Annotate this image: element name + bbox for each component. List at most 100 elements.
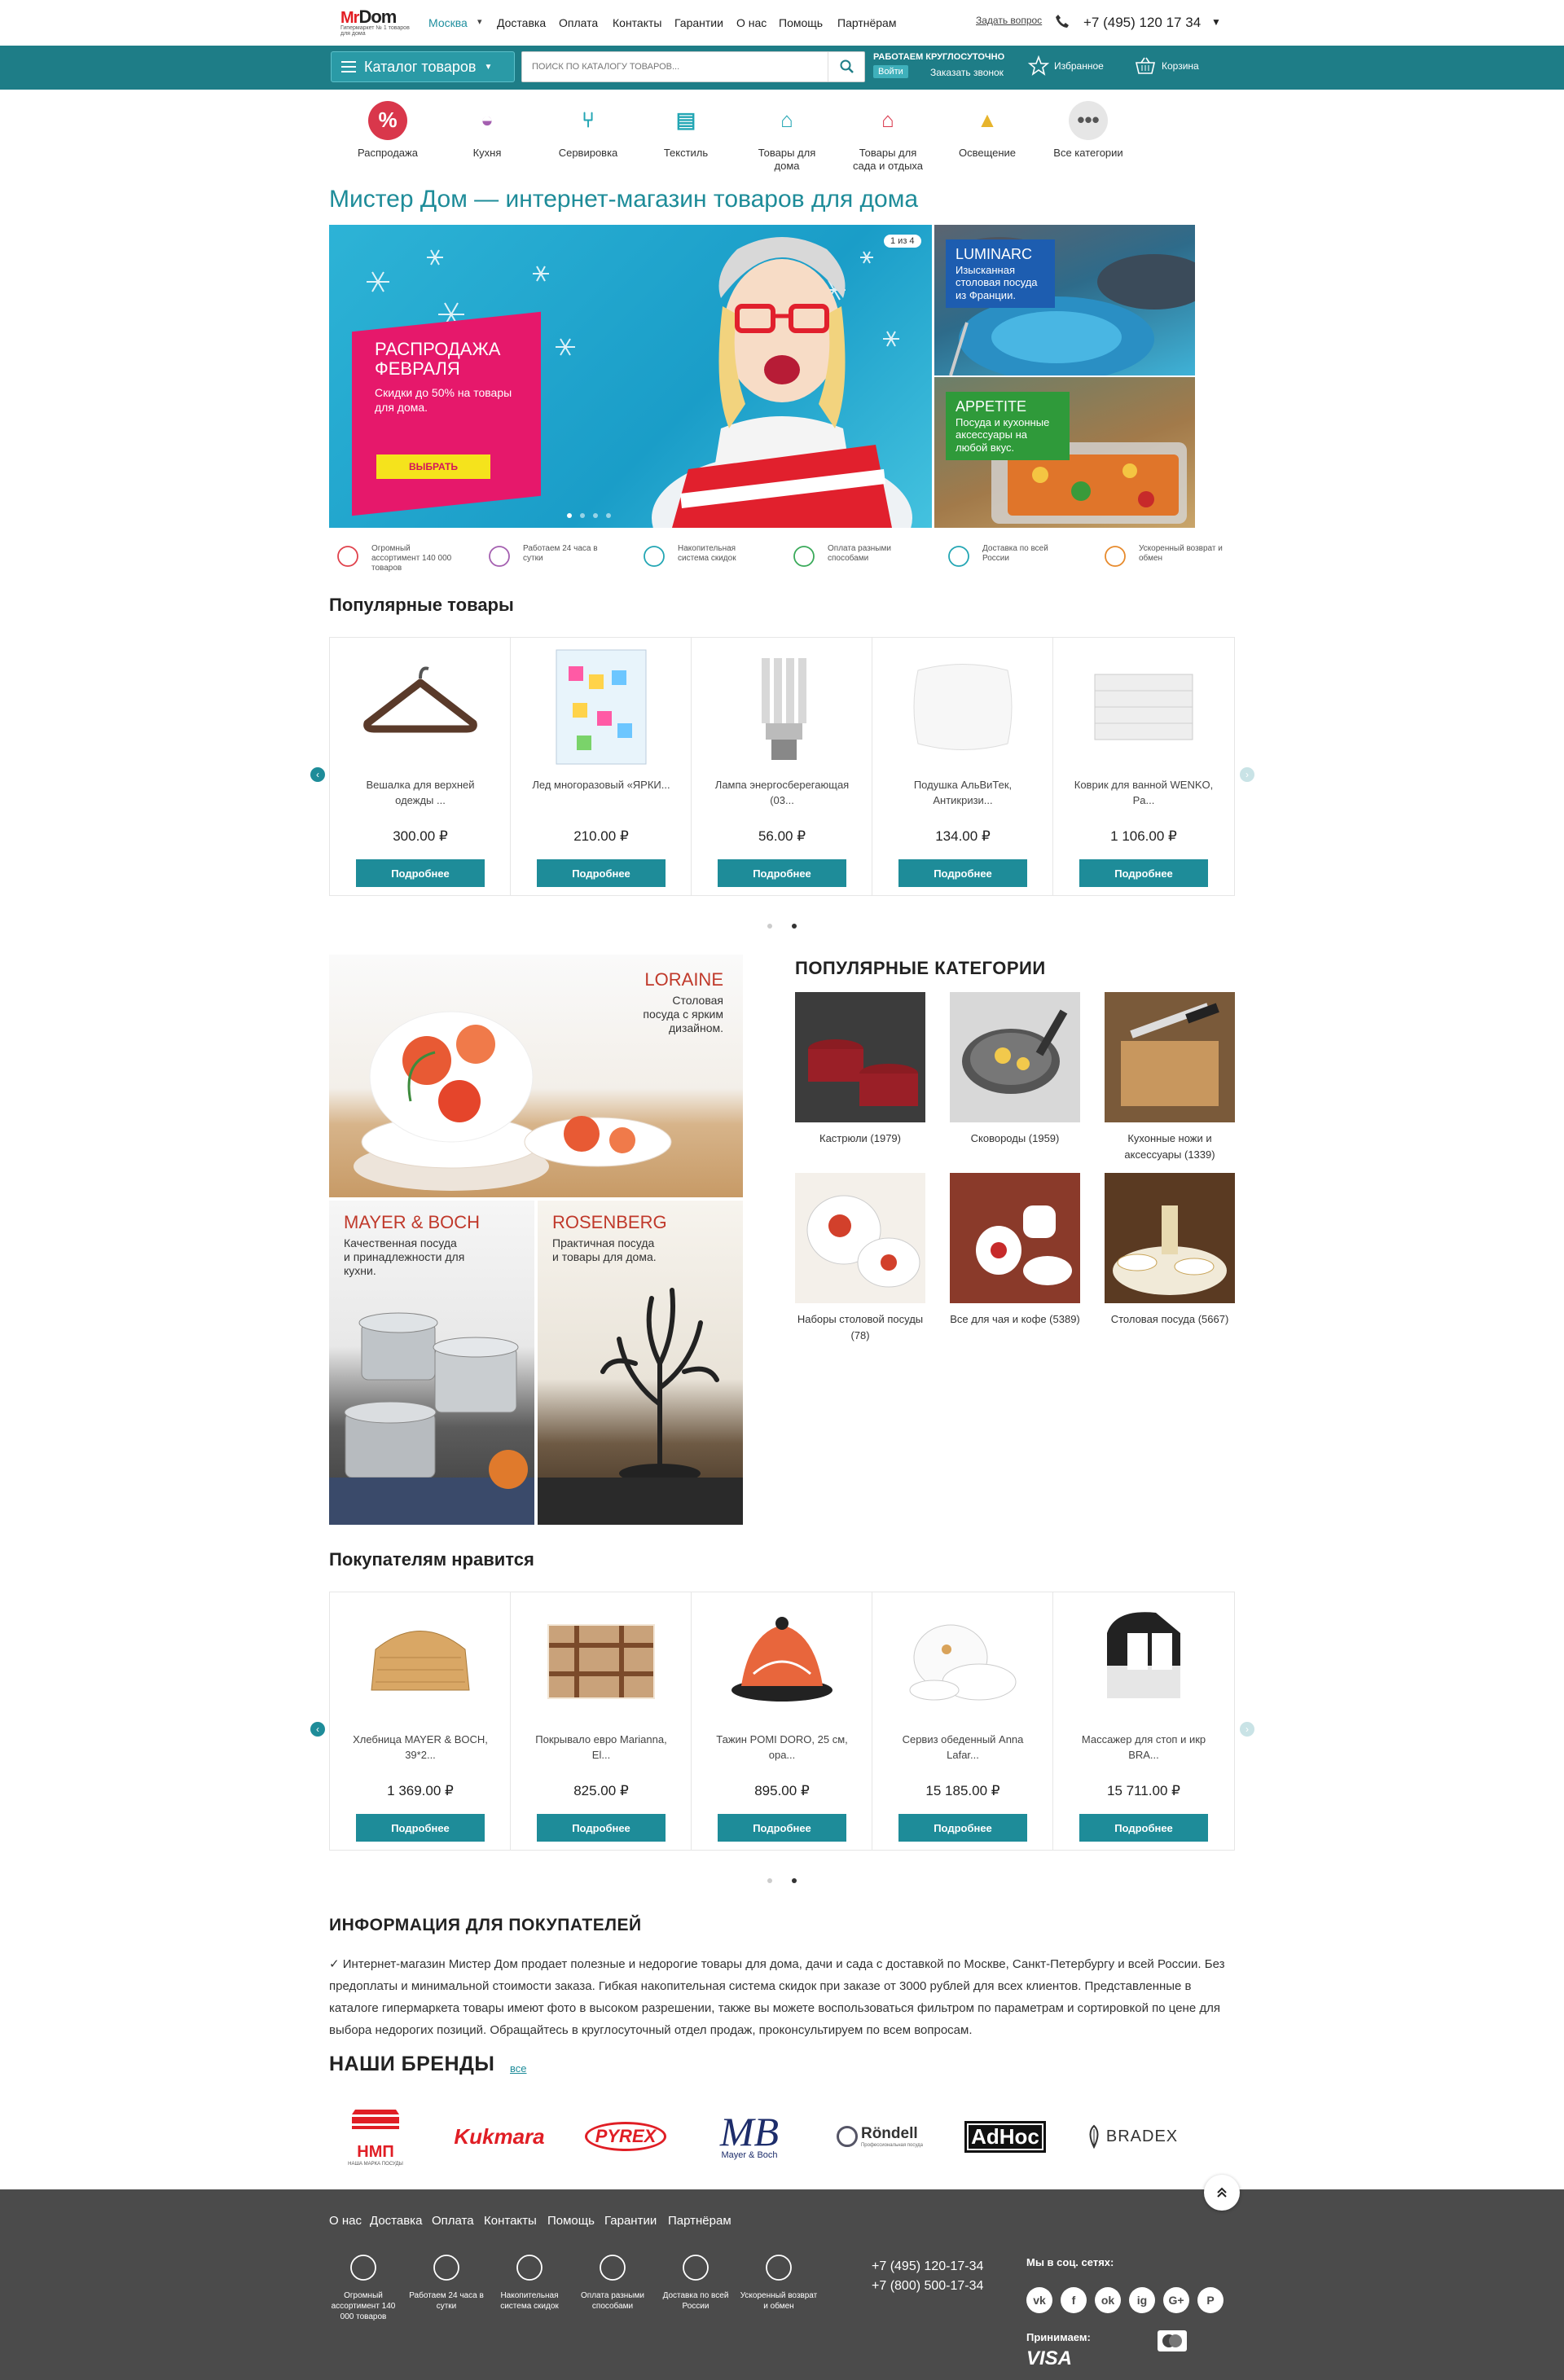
facebook-icon[interactable]: f [1061, 2287, 1087, 2313]
nav-delivery[interactable]: Доставка [497, 16, 546, 29]
footer-link[interactable]: О нас [329, 2214, 362, 2228]
popular-category-image[interactable] [795, 1173, 925, 1303]
pinterest-icon[interactable]: P [1197, 2287, 1224, 2313]
product-image[interactable] [1083, 1601, 1205, 1723]
liked-dot-1[interactable] [767, 1878, 772, 1883]
product-details-button[interactable]: Подробнее [718, 859, 846, 887]
product-details-button[interactable]: Подробнее [356, 1814, 485, 1842]
search-button[interactable] [828, 52, 865, 81]
popular-category-image[interactable] [1105, 1173, 1235, 1303]
product-name[interactable]: Подушка АльВиТек, Антикризи... [889, 778, 1037, 809]
phone-caret-icon[interactable]: ▼ [1211, 16, 1221, 28]
nav-partners[interactable]: Партнёрам [837, 16, 896, 29]
hero-dot-4[interactable] [606, 513, 611, 518]
popular-category-item[interactable]: Наборы столовой посуды (78) [795, 1173, 925, 1343]
category-sale[interactable]: % Распродажа [347, 101, 428, 160]
popular-category-item[interactable]: Столовая посуда (5667) [1105, 1173, 1235, 1328]
product-card[interactable]: Лампа энергосберегающая (03... 56.00 ₽ Под… [692, 638, 872, 895]
popular-category-label[interactable]: Сковороды (1959) [950, 1131, 1080, 1147]
brands-all-link[interactable]: все [510, 2062, 527, 2075]
popular-category-label[interactable]: Кастрюли (1979) [795, 1131, 925, 1147]
product-name[interactable]: Хлебница MAYER & BOCH, 39*2... [346, 1732, 494, 1763]
product-image[interactable] [359, 646, 481, 768]
popular-category-label[interactable]: Наборы столовой посуды (78) [795, 1311, 925, 1343]
nav-guarantees[interactable]: Гарантии [674, 16, 723, 29]
login-button[interactable]: Войти [873, 65, 908, 78]
product-image[interactable] [540, 1601, 662, 1723]
rosenberg-banner[interactable]: ROSENBERG Практичная посуда и товары для… [538, 1201, 743, 1525]
brand-pyrex[interactable]: PYREX [577, 2108, 674, 2165]
vk-icon[interactable]: vk [1026, 2287, 1052, 2313]
brand-mayer-boch[interactable]: MB Mayer & Boch [701, 2108, 798, 2165]
brand-rondell[interactable]: Röndell Профессиональная посуда [831, 2108, 929, 2165]
category-more[interactable]: ••• Все категории [1048, 101, 1129, 160]
footer-link[interactable]: Доставка [370, 2214, 422, 2228]
footer-link[interactable]: Гарантии [604, 2214, 657, 2228]
brand-adhoc[interactable]: AdHoc [956, 2108, 1054, 2165]
brand-kukmara[interactable]: Kukmara [446, 2108, 552, 2165]
popular-category-image[interactable] [795, 992, 925, 1122]
product-card[interactable]: Массажер для стоп и икр BRA... 15 711.00 … [1053, 1592, 1234, 1850]
google-plus-icon[interactable]: G+ [1163, 2287, 1189, 2313]
category-textile[interactable]: ▤ Текстиль [645, 101, 727, 160]
instagram-icon[interactable]: ig [1129, 2287, 1155, 2313]
luminarc-banner[interactable]: LUMINARC Изысканная столовая посуда из Ф… [934, 225, 1195, 375]
product-image[interactable] [359, 1601, 481, 1723]
hero-dot-1[interactable] [567, 513, 572, 518]
popular-category-item[interactable]: Все для чая и кофе (5389) [950, 1173, 1080, 1328]
logo[interactable]: MrDom Гипермаркет № 1 товаров для дома [340, 7, 411, 39]
hero-dot-2[interactable] [580, 513, 585, 518]
ask-question-link[interactable]: Задать вопрос [976, 15, 1042, 26]
product-name[interactable]: Сервиз обеденный Anna Lafar... [889, 1732, 1037, 1763]
product-image[interactable] [1083, 646, 1205, 768]
popular-category-image[interactable] [950, 992, 1080, 1122]
odnoklassniki-icon[interactable]: ok [1095, 2287, 1121, 2313]
liked-next-arrow-icon[interactable]: › [1240, 1722, 1254, 1737]
mayer-boch-banner[interactable]: MAYER & BOCH Качественная посуда и прина… [329, 1201, 534, 1525]
category-house[interactable]: ⌂ Товары для дома [746, 101, 828, 172]
loraine-banner[interactable]: LORAINE Столовая посуда с ярким дизайном… [329, 955, 743, 1197]
product-details-button[interactable]: Подробнее [1079, 859, 1208, 887]
liked-dot-2[interactable] [792, 1878, 797, 1883]
product-card[interactable]: Покрывало евро Marianna, El... 825.00 ₽ По… [511, 1592, 692, 1850]
footer-link[interactable]: Оплата [432, 2214, 474, 2228]
product-card[interactable]: Хлебница MAYER & BOCH, 39*2... 1 369.00 ₽… [330, 1592, 511, 1850]
brand-bradex[interactable]: BRADEX [1074, 2108, 1188, 2165]
category-lamp[interactable]: ▲ Освещение [947, 101, 1028, 160]
popular-dot-1[interactable] [767, 924, 772, 929]
product-image[interactable] [902, 646, 1024, 768]
nav-contacts[interactable]: Контакты [613, 16, 661, 29]
product-image[interactable] [540, 646, 662, 768]
nav-payment[interactable]: Оплата [559, 16, 598, 29]
product-name[interactable]: Коврик для ванной WENKO, Pa... [1070, 778, 1218, 809]
brand-nmp[interactable]: НМП НАША МАРКА ПОСУДЫ [339, 2108, 412, 2167]
popular-category-label[interactable]: Кухонные ножи и аксессуары (1339) [1105, 1131, 1235, 1162]
scroll-to-top-button[interactable] [1204, 2175, 1240, 2211]
hero-dot-3[interactable] [593, 513, 598, 518]
product-name[interactable]: Лампа энергосберегающая (03... [708, 778, 856, 809]
nav-about[interactable]: О нас [736, 16, 767, 29]
callback-link[interactable]: Заказать звонок [930, 67, 1004, 78]
product-name[interactable]: Вешалка для верхней одежды ... [346, 778, 494, 809]
popular-category-image[interactable] [950, 1173, 1080, 1303]
product-image[interactable] [721, 646, 843, 768]
product-card[interactable]: Подушка АльВиТек, Антикризи... 134.00 ₽ По… [872, 638, 1053, 895]
product-card[interactable]: Тажин POMI DORO, 25 см, ора... 895.00 ₽ По… [692, 1592, 872, 1850]
footer-phone-1[interactable]: +7 (495) 120-17-34 [872, 2259, 983, 2274]
product-details-button[interactable]: Подробнее [356, 859, 485, 887]
category-garden-house[interactable]: ⌂ Товары для сада и отдыха [847, 101, 929, 172]
product-card[interactable]: Коврик для ванной WENKO, Pa... 1 106.00 ₽… [1053, 638, 1234, 895]
product-details-button[interactable]: Подробнее [537, 1814, 666, 1842]
popular-category-item[interactable]: Кухонные ножи и аксессуары (1339) [1105, 992, 1235, 1162]
liked-prev-arrow-icon[interactable]: ‹ [310, 1722, 325, 1737]
popular-category-item[interactable]: Сковороды (1959) [950, 992, 1080, 1147]
popular-category-label[interactable]: Все для чая и кофе (5389) [950, 1311, 1080, 1328]
search-input[interactable] [522, 52, 824, 81]
product-card[interactable]: Сервиз обеденный Anna Lafar... 15 185.00 … [872, 1592, 1053, 1850]
nav-help[interactable]: Помощь [779, 16, 823, 29]
product-image[interactable] [721, 1601, 843, 1723]
header-phone[interactable]: +7 (495) 120 17 34 [1083, 15, 1201, 31]
footer-link[interactable]: Партнёрам [668, 2214, 731, 2228]
city-selector[interactable]: Москва [428, 16, 468, 29]
footer-link[interactable]: Помощь [547, 2214, 595, 2228]
